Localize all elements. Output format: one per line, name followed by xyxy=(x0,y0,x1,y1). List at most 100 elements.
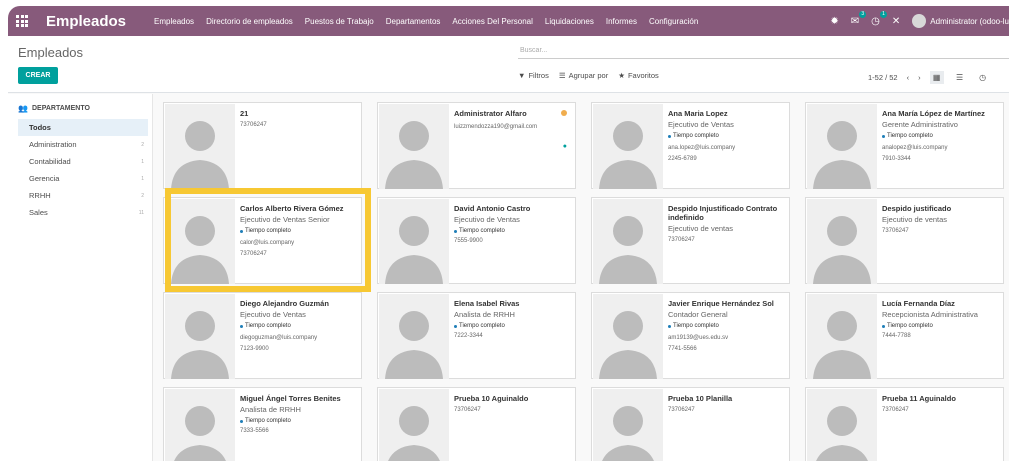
create-button[interactable]: CREAR xyxy=(18,67,58,84)
filters-button[interactable]: ▼ Filtros xyxy=(518,71,549,80)
chevron-right-icon[interactable]: › xyxy=(918,73,921,82)
employee-photo xyxy=(593,199,663,284)
employee-photo xyxy=(165,199,235,284)
employee-tag: Tiempo completo xyxy=(668,323,788,329)
employee-tag-label: Tiempo completo xyxy=(459,228,505,234)
employee-info: Prueba 10 Aguinaldo 73706247 xyxy=(454,394,574,414)
employee-card[interactable]: Despido justificado Ejecutivo de ventas 73… xyxy=(805,197,1004,284)
employee-photo xyxy=(379,199,449,284)
employee-photo xyxy=(379,294,449,379)
employee-email: calor@luis.company xyxy=(240,240,295,246)
apps-menu-icon[interactable] xyxy=(8,6,36,36)
sidebar-item-label: Sales xyxy=(29,208,48,217)
sidebar-item-count: 11 xyxy=(138,209,144,216)
employee-info: Despido Injustificado Contrato indefinid… xyxy=(668,204,788,244)
employee-phone: 73706247 xyxy=(882,228,909,234)
chat-icon[interactable]: ✉ 3 xyxy=(851,10,867,27)
employee-name: 21 xyxy=(240,109,249,118)
employee-photo xyxy=(379,104,449,189)
app-brand[interactable]: Empleados xyxy=(46,13,126,30)
employee-tag: Tiempo completo xyxy=(240,418,360,424)
list-view-icon[interactable]: ☰ xyxy=(953,71,967,84)
filter-icon: ▼ xyxy=(518,71,526,80)
menu-item-informes[interactable]: Informes xyxy=(600,17,643,26)
employee-card[interactable]: Carlos Alberto Rivera Gómez Ejecutivo de … xyxy=(163,197,362,284)
employee-card[interactable]: Administrator Alfaro luizzmendozza190@gma… xyxy=(377,102,576,189)
tag-dot-icon xyxy=(240,229,243,233)
department-panel: 👥 DEPARTAMENTO Todos Administration 2 Con… xyxy=(8,94,153,461)
employee-job: Analista de RRHH xyxy=(454,310,515,319)
groupby-button[interactable]: ☰ Agrupar por xyxy=(559,71,608,80)
employee-card[interactable]: Despido Injustificado Contrato indefinid… xyxy=(591,197,790,284)
sidebar-item-sales[interactable]: Sales 11 xyxy=(18,204,148,221)
employee-card[interactable]: David Antonio Castro Ejecutivo de Ventas T… xyxy=(377,197,576,284)
activity-view-icon[interactable]: ◷ xyxy=(976,71,990,84)
employee-card[interactable]: Diego Alejandro Guzmán Ejecutivo de Venta… xyxy=(163,292,362,379)
employee-phone: 7555-9900 xyxy=(454,238,483,244)
employee-card[interactable]: Prueba 10 Planilla 73706247 xyxy=(591,387,790,461)
employee-photo xyxy=(807,199,877,284)
employee-email: am19139@ues.edu.sv xyxy=(668,335,729,341)
sidebar-item-rrhh[interactable]: RRHH 2 xyxy=(18,187,148,204)
pager-value[interactable]: 1-52 / 52 xyxy=(868,73,898,82)
employee-card[interactable]: 21 73706247 xyxy=(163,102,362,189)
top-navbar: Empleados Empleados Directorio de emplea… xyxy=(8,6,1009,36)
menu-item-puestos[interactable]: Puestos de Trabajo xyxy=(299,17,380,26)
sidebar-item-gerencia[interactable]: Gerencia 1 xyxy=(18,170,148,187)
employee-card[interactable]: Ana Maria Lopez Ejecutivo de Ventas Tiempo… xyxy=(591,102,790,189)
user-menu[interactable]: Administrator (odoo-lu xyxy=(912,14,1009,28)
employee-name: Despido justificado xyxy=(882,204,952,213)
favorites-button[interactable]: ★ Favoritos xyxy=(618,71,659,80)
bug-icon[interactable]: ✹ xyxy=(830,16,838,27)
employee-info: Carlos Alberto Rivera Gómez Ejecutivo de … xyxy=(240,204,360,258)
activity-badge: 1 xyxy=(880,10,887,18)
employee-phone: 7222-3344 xyxy=(454,333,483,339)
sidebar-item-todos[interactable]: Todos xyxy=(18,119,148,136)
menu-item-liquidaciones[interactable]: Liquidaciones xyxy=(539,17,600,26)
employee-name: Prueba 10 Aguinaldo xyxy=(454,394,529,403)
chevron-left-icon[interactable]: ‹ xyxy=(907,73,910,82)
close-icon[interactable]: ✕ xyxy=(892,16,900,27)
menu-item-directorio[interactable]: Directorio de empleados xyxy=(200,17,299,26)
menu-item-acciones[interactable]: Acciones Del Personal xyxy=(446,17,538,26)
favorites-label: Favoritos xyxy=(627,71,659,80)
search-input[interactable]: Buscar... xyxy=(518,44,1009,59)
chat-bubble-icon[interactable]: ● xyxy=(563,143,567,150)
menu-item-departamentos[interactable]: Departamentos xyxy=(380,17,447,26)
employee-tag-label: Tiempo completo xyxy=(887,323,933,329)
kanban-view-icon[interactable]: ▦ xyxy=(929,71,944,84)
menu-item-empleados[interactable]: Empleados xyxy=(148,17,200,26)
groupby-label: Agrupar por xyxy=(568,71,609,80)
employee-info: Despido justificado Ejecutivo de ventas 73… xyxy=(882,204,1002,235)
employee-info: Prueba 11 Aguinaldo 73706247 xyxy=(882,394,1002,414)
employee-tag-label: Tiempo completo xyxy=(245,418,291,424)
tag-dot-icon xyxy=(240,324,243,328)
employee-card[interactable]: Ana María López de Martínez Gerente Admin… xyxy=(805,102,1004,189)
users-icon: 👥 xyxy=(18,104,28,113)
employee-card[interactable]: Prueba 10 Aguinaldo 73706247 xyxy=(377,387,576,461)
employee-name: Ana Maria Lopez xyxy=(668,109,728,118)
employee-job: Ejecutivo de Ventas Senior xyxy=(240,215,330,224)
user-name: Administrator (odoo-lu xyxy=(930,16,1009,26)
employee-phone: 2245-6789 xyxy=(668,156,697,162)
activity-icon[interactable]: ◷ 1 xyxy=(871,10,887,27)
menu-item-configuracion[interactable]: Configuración xyxy=(643,17,704,26)
employee-info: Prueba 10 Planilla 73706247 xyxy=(668,394,788,414)
employee-card[interactable]: Miguel Ángel Torres Benites Analista de R… xyxy=(163,387,362,461)
employee-card[interactable]: Prueba 11 Aguinaldo 73706247 xyxy=(805,387,1004,461)
employee-name: Prueba 11 Aguinaldo xyxy=(882,394,956,403)
sidebar-item-count: 1 xyxy=(141,175,144,182)
employee-photo xyxy=(165,104,235,189)
sidebar-item-count: 2 xyxy=(141,192,144,199)
sidebar-item-administration[interactable]: Administration 2 xyxy=(18,136,148,153)
main-menu: Empleados Directorio de empleados Puesto… xyxy=(148,17,704,26)
employee-card[interactable]: Elena Isabel Rivas Analista de RRHH Tiempo… xyxy=(377,292,576,379)
employee-card[interactable]: Javier Enrique Hernández Sol Contador Gen… xyxy=(591,292,790,379)
chat-badge: 3 xyxy=(859,10,867,18)
employee-card[interactable]: Lucía Fernanda Díaz Recepcionista Adminis… xyxy=(805,292,1004,379)
employee-tag-label: Tiempo completo xyxy=(245,323,291,329)
employee-photo xyxy=(379,389,449,461)
sidebar-item-contabilidad[interactable]: Contabilidad 1 xyxy=(18,153,148,170)
search-options: ▼ Filtros ☰ Agrupar por ★ Favoritos xyxy=(518,71,659,80)
employee-phone: 73706247 xyxy=(668,407,695,413)
